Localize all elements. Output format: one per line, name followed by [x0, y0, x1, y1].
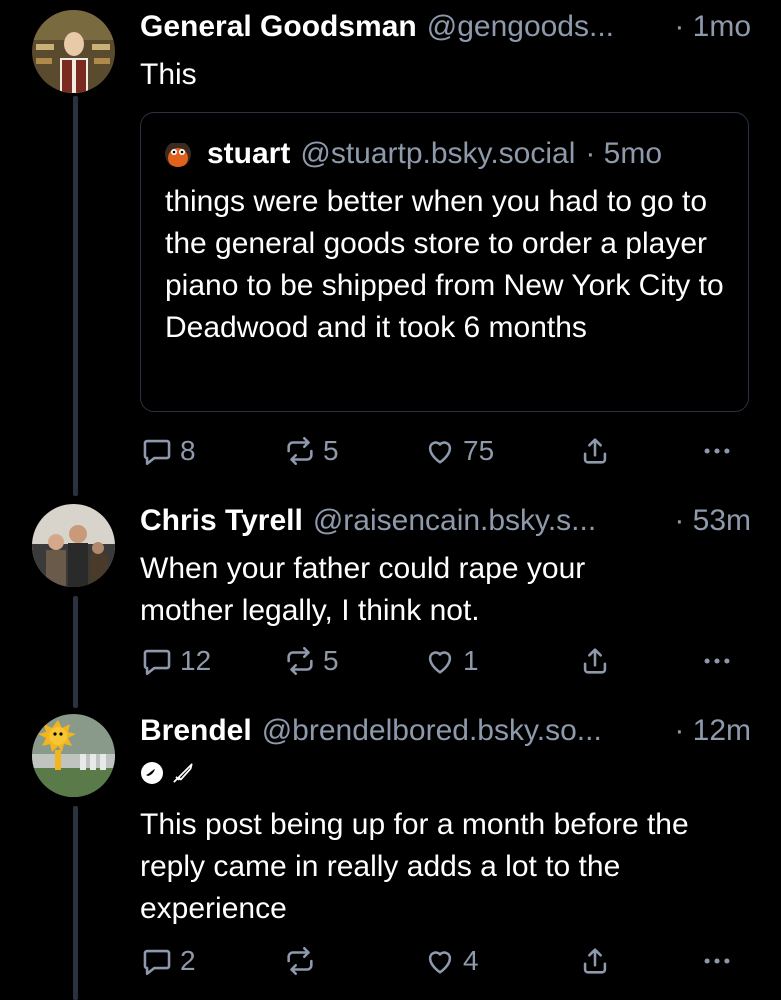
post[interactable]: General Goodsman @gengoods... · 1mo This… [0, 0, 781, 500]
reply-button[interactable]: 2 [140, 944, 196, 978]
more-dots-icon [704, 658, 730, 664]
more-options-button[interactable] [700, 944, 734, 978]
post-actions: 2 4 [140, 944, 750, 984]
reply-button[interactable]: 8 [140, 434, 196, 468]
post-time[interactable]: · 1mo [664, 8, 751, 46]
reply-icon [143, 649, 171, 676]
share-button[interactable] [578, 944, 612, 978]
repost-icon [287, 946, 313, 976]
post[interactable]: Brendel @brendelbored.bsky.so... · 12m T… [0, 710, 781, 1000]
profile-badges [140, 760, 196, 786]
author-name[interactable]: Chris Tyrell [140, 502, 303, 540]
quote-author-name: stuart [207, 137, 291, 170]
like-count: 75 [463, 435, 495, 466]
post-header: Brendel @brendelbored.bsky.so... · 12m [140, 712, 751, 750]
quote-author-handle: @stuartp.bsky.social [300, 137, 576, 170]
share-button[interactable] [578, 644, 612, 678]
post[interactable]: Chris Tyrell @raisencain.bsky.s... · 53m… [0, 500, 781, 710]
avatar[interactable] [32, 714, 115, 797]
author-handle[interactable]: @gengoods... [427, 8, 614, 46]
sun-mascot-crowd-avatar-icon [32, 714, 115, 797]
like-button[interactable]: 4 [423, 944, 479, 978]
sword-badge-icon [173, 763, 193, 783]
avatar[interactable] [32, 10, 115, 93]
more-dots-icon [704, 448, 730, 454]
reply-count: 12 [180, 645, 212, 676]
more-options-button[interactable] [700, 434, 734, 468]
author-name[interactable]: Brendel [140, 712, 252, 750]
reply-count: 8 [180, 435, 196, 466]
post-header: General Goodsman @gengoods... · 1mo [140, 8, 751, 46]
post-time[interactable]: · 53m [664, 502, 751, 540]
author-name[interactable]: General Goodsman [140, 8, 417, 46]
share-icon [583, 438, 607, 464]
share-icon [583, 948, 607, 974]
post-actions: 8 5 75 [140, 434, 750, 474]
author-handle[interactable]: @raisencain.bsky.s... [313, 502, 596, 540]
quote-avatar [165, 141, 191, 167]
like-count: 4 [463, 945, 479, 976]
repost-button[interactable]: 5 [283, 644, 339, 678]
quote-text: things were better when you had to go to… [165, 185, 724, 344]
repost-icon [287, 436, 313, 466]
repost-icon [287, 646, 313, 676]
quote-header: stuart @stuartp.bsky.social · 5mo [165, 135, 662, 173]
share-icon [583, 648, 607, 674]
reply-count: 2 [180, 945, 196, 976]
post-text: This [140, 58, 197, 91]
like-button[interactable]: 1 [423, 644, 479, 678]
like-count: 1 [463, 645, 479, 676]
reply-icon [143, 439, 171, 466]
author-handle[interactable]: @brendelbored.bsky.so... [262, 712, 602, 750]
post-actions: 12 5 1 [140, 644, 750, 684]
post-header: Chris Tyrell @raisencain.bsky.s... · 53m [140, 502, 751, 540]
general-store-shopkeeper-avatar-icon [32, 10, 115, 93]
heart-icon [428, 651, 452, 674]
repost-count: 5 [323, 435, 339, 466]
reply-icon [143, 949, 171, 976]
post-text: This post being up for a month before th… [140, 808, 689, 925]
avatar[interactable] [32, 504, 115, 587]
repost-button[interactable]: 5 [283, 434, 339, 468]
quoted-post[interactable]: stuart @stuartp.bsky.social · 5mo things… [140, 112, 749, 412]
heart-icon [428, 441, 452, 464]
repost-count: 5 [323, 645, 339, 676]
post-time[interactable]: · 12m [664, 712, 751, 750]
reply-button[interactable]: 12 [140, 644, 211, 678]
repost-button[interactable] [283, 944, 323, 978]
bird-badge-icon [141, 762, 163, 784]
orange-puppet-avatar-icon [165, 143, 191, 167]
family-photo-avatar-icon [32, 504, 115, 587]
share-button[interactable] [578, 434, 612, 468]
post-text: When your father could rape your mother … [140, 552, 586, 627]
quote-time: · 5mo [585, 137, 663, 170]
like-button[interactable]: 75 [423, 434, 494, 468]
more-options-button[interactable] [700, 644, 734, 678]
heart-icon [428, 951, 452, 974]
more-dots-icon [704, 958, 730, 964]
